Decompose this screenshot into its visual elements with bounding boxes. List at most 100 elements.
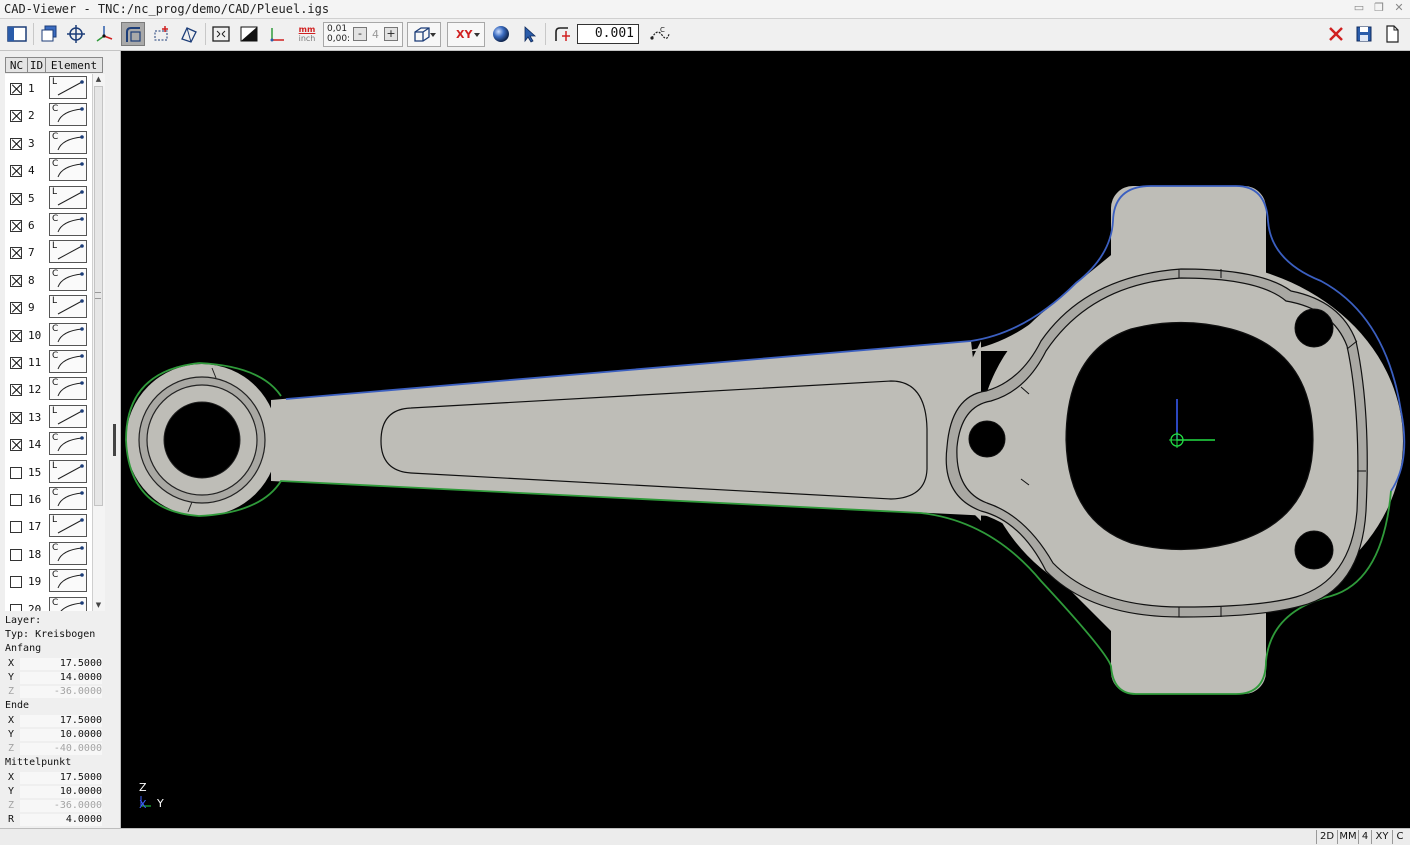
list-item[interactable]: 14 C	[5, 431, 92, 458]
element-checkbox[interactable]	[10, 247, 22, 260]
element-properties: Layer: Typ: Kreisbogen Anfang X 17.5000 …	[0, 613, 120, 829]
list-item[interactable]: 7L	[5, 239, 92, 266]
layers-button[interactable]	[37, 22, 61, 46]
decimals-count: 4	[372, 28, 379, 41]
element-checkbox[interactable]	[10, 302, 22, 315]
set-origin-button[interactable]	[64, 22, 88, 46]
element-id: 7	[28, 246, 35, 260]
list-item[interactable]: 12 C	[5, 376, 92, 403]
list-item[interactable]: 11 C	[5, 349, 92, 376]
element-id: 13	[28, 410, 42, 424]
element-checkbox[interactable]	[10, 137, 22, 150]
element-checkbox[interactable]	[10, 384, 22, 397]
element-glyph	[57, 107, 84, 123]
view-dropdown[interactable]	[407, 22, 441, 47]
arc-element-icon: C	[49, 487, 87, 510]
close-window-icon[interactable]: ✕	[1392, 0, 1406, 16]
scroll-up-icon[interactable]: ▲	[93, 74, 104, 85]
element-checkbox[interactable]	[10, 165, 22, 178]
toggle-panel-button[interactable]	[5, 22, 29, 46]
list-item[interactable]: 10 C	[5, 322, 92, 349]
arc-element-icon: C	[49, 213, 87, 236]
panel-resize-handle[interactable]	[113, 424, 116, 456]
status-unit: MM	[1337, 830, 1358, 844]
list-item[interactable]: 8C	[5, 267, 92, 294]
element-checkbox[interactable]	[10, 357, 22, 369]
element-checkbox[interactable]	[10, 110, 22, 123]
chevron-down-icon	[474, 33, 480, 37]
column-header-nc[interactable]: NC	[5, 57, 28, 73]
path-settings-button[interactable]: C	[648, 22, 672, 46]
list-item[interactable]: 13 L	[5, 404, 92, 431]
element-checkbox[interactable]	[10, 521, 22, 534]
scroll-down-icon[interactable]: ▼	[93, 600, 104, 611]
column-header-element[interactable]: Element	[45, 57, 103, 73]
sphere-icon	[493, 26, 509, 42]
list-item[interactable]: 2C	[5, 102, 92, 129]
element-checkbox[interactable]	[10, 466, 22, 479]
column-header-id[interactable]: ID	[27, 57, 46, 73]
list-item[interactable]: 3C	[5, 130, 92, 157]
select-tool-button[interactable]	[517, 22, 541, 46]
element-checkbox[interactable]	[10, 411, 22, 424]
list-item[interactable]: 20 C	[5, 596, 92, 611]
status-c: C	[1392, 830, 1407, 844]
list-item[interactable]: 19 C	[5, 568, 92, 595]
minimize-icon[interactable]: ▭	[1352, 0, 1366, 16]
list-item[interactable]: 18 C	[5, 541, 92, 568]
discard-button[interactable]	[1324, 22, 1348, 46]
element-checkbox[interactable]	[10, 548, 22, 561]
status-decimals: 4	[1358, 830, 1371, 844]
save-button[interactable]	[1352, 22, 1376, 46]
list-item[interactable]: 6C	[5, 212, 92, 239]
tolerance-input[interactable]: 0.001	[577, 24, 639, 44]
plane-dropdown[interactable]: XY	[447, 22, 485, 47]
toggle-background-button[interactable]	[237, 22, 261, 46]
select-surface-button[interactable]	[177, 22, 201, 46]
element-checkbox[interactable]	[10, 603, 22, 611]
tolerance-button[interactable]	[550, 22, 574, 46]
select-contour-button[interactable]	[121, 22, 145, 46]
big-end-bore	[1065, 321, 1314, 551]
unit-toggle-button[interactable]: mm inch	[294, 22, 320, 46]
background-color-icon	[240, 26, 258, 42]
element-checkbox[interactable]	[10, 83, 22, 95]
arc-element-icon: C	[49, 350, 87, 373]
element-checkbox[interactable]	[10, 576, 22, 589]
element-checkbox[interactable]	[10, 274, 22, 287]
bolt-hole-left	[968, 420, 1006, 458]
list-item[interactable]: 9L	[5, 294, 92, 321]
list-item[interactable]: 15 L	[5, 459, 92, 486]
decimals-minus-button[interactable]: -	[353, 27, 367, 41]
new-file-button[interactable]	[1380, 22, 1404, 46]
restore-icon[interactable]: ❐	[1372, 0, 1386, 16]
unit-inch-label: inch	[298, 34, 316, 43]
element-checkbox[interactable]	[10, 494, 22, 506]
coordinate-system-button[interactable]	[265, 22, 289, 46]
line-element-icon: L	[49, 240, 87, 264]
set-plane-button[interactable]	[92, 22, 116, 46]
element-id: 3	[28, 136, 35, 150]
zoom-extents-button[interactable]	[209, 22, 233, 46]
list-item[interactable]: 4C	[5, 157, 92, 184]
select-positions-button[interactable]	[149, 22, 173, 46]
element-checkbox[interactable]	[10, 439, 22, 452]
element-checkbox[interactable]	[10, 329, 22, 342]
end-y-key: Y	[8, 729, 15, 740]
list-item[interactable]: 5L	[5, 185, 92, 212]
element-checkbox[interactable]	[10, 220, 22, 232]
start-y-value: 14.0000	[20, 672, 102, 684]
render-mode-button[interactable]	[489, 22, 513, 46]
tolerance-icon	[555, 27, 570, 41]
list-scrollbar[interactable]: ▲ ▼	[92, 74, 105, 611]
arc-element-icon: C	[49, 267, 87, 291]
line-element-icon: L	[49, 76, 87, 99]
window-controls: ▭ ❐ ✕	[1352, 0, 1406, 16]
list-item[interactable]: 17 L	[5, 513, 92, 540]
list-item[interactable]: 16 C	[5, 486, 92, 513]
decimal-places-control: 0,01 0,00: - 4 +	[323, 22, 403, 47]
list-item[interactable]: 1L	[5, 75, 92, 102]
decimals-plus-button[interactable]: +	[384, 27, 398, 41]
element-checkbox[interactable]	[10, 192, 22, 205]
cad-viewport[interactable]: Z X Y	[121, 51, 1410, 828]
